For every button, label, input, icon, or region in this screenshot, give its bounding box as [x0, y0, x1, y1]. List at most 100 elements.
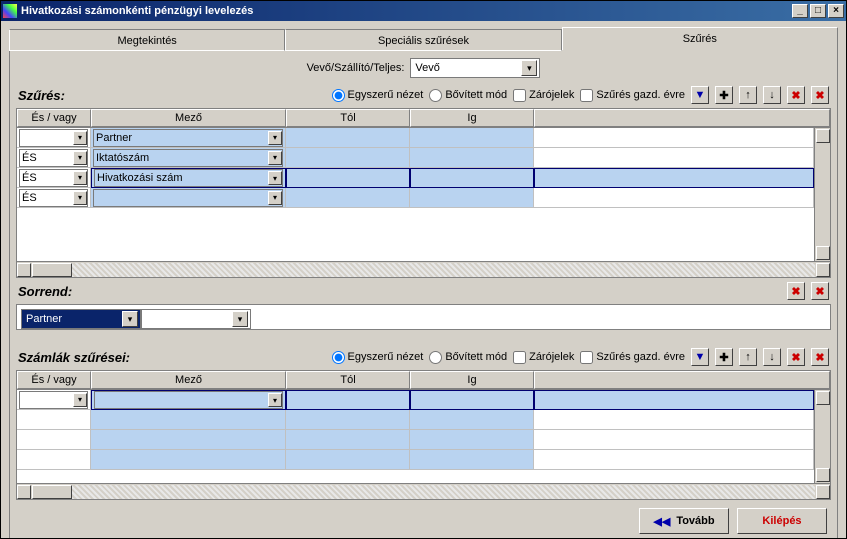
app-window: Hivatkozási számonkénti pénzügyi levelez… — [0, 0, 847, 539]
inv-col-from[interactable]: Tól — [286, 371, 410, 389]
maximize-button[interactable]: □ — [810, 4, 826, 18]
to-cell[interactable] — [410, 168, 534, 188]
toolbar-dropdown-button[interactable]: ▼ — [691, 86, 709, 104]
radio-extended-view[interactable]: Bővített mód — [429, 89, 507, 102]
next-button[interactable]: ◀◀Tovább — [639, 508, 729, 534]
to-cell[interactable] — [410, 128, 534, 148]
chevron-down-icon — [268, 171, 282, 185]
from-cell[interactable] — [286, 168, 410, 188]
inv-col-field[interactable]: Mező — [91, 371, 286, 389]
horizontal-scrollbar[interactable] — [17, 261, 830, 277]
field-combo[interactable]: Iktatószám — [93, 149, 283, 167]
inv-field-combo[interactable] — [94, 391, 283, 409]
chevron-down-icon — [73, 151, 87, 165]
chevron-down-icon — [268, 131, 282, 145]
chevron-down-icon — [73, 131, 87, 145]
table-row[interactable]: ÉS Hivatkozási szám — [17, 168, 814, 188]
filter-title: Szűrés: — [18, 88, 65, 103]
andor-combo[interactable]: ÉS — [19, 189, 88, 207]
filter-grid-header: És / vagy Mező Tól Ig — [17, 109, 830, 128]
inv-horizontal-scrollbar[interactable] — [17, 483, 830, 499]
toolbar-delete-button[interactable]: ✖ — [787, 86, 805, 104]
inv-radio-simple[interactable]: Egyszerű nézet — [332, 351, 424, 364]
window-title: Hivatkozási számonkénti pénzügyi levelez… — [21, 5, 790, 17]
invoice-section-header: Számlák szűrései: Egyszerű nézet Bővítet… — [16, 346, 831, 368]
inv-toolbar-dropdown[interactable]: ▼ — [691, 348, 709, 366]
inv-check-filter-year[interactable]: Szűrés gazd. évre — [580, 351, 685, 364]
inv-andor-combo[interactable] — [19, 391, 88, 409]
vertical-scrollbar[interactable] — [814, 128, 830, 261]
content-area: Megtekintés Speciális szűrések Szűrés Ve… — [1, 21, 846, 538]
inv-to-cell[interactable] — [410, 390, 534, 410]
toolbar-down-button[interactable]: ↓ — [763, 86, 781, 104]
exit-button[interactable]: Kilépés — [737, 508, 827, 534]
order-field-1[interactable]: Partner — [21, 309, 141, 329]
to-cell[interactable] — [410, 188, 534, 208]
table-row[interactable]: ÉS Iktatószám — [17, 148, 814, 168]
chevron-down-icon — [521, 60, 537, 76]
field-combo[interactable]: Partner — [93, 129, 283, 147]
inv-col-to[interactable]: Ig — [410, 371, 534, 389]
inv-toolbar-delete-all[interactable]: ✖ — [811, 348, 829, 366]
toolbar-up-button[interactable]: ↑ — [739, 86, 757, 104]
toolbar-delete-all-button[interactable]: ✖ — [811, 86, 829, 104]
from-cell[interactable] — [286, 148, 410, 168]
chevron-down-icon — [268, 191, 282, 205]
table-row[interactable]: Partner — [17, 128, 814, 148]
field-combo[interactable] — [93, 189, 283, 207]
order-delete-all-button[interactable]: ✖ — [811, 282, 829, 300]
check-brackets[interactable]: Zárójelek — [513, 89, 574, 102]
invoice-title: Számlák szűrései: — [18, 350, 130, 365]
col-to[interactable]: Ig — [410, 109, 534, 127]
radio-simple-view[interactable]: Egyszerű nézet — [332, 89, 424, 102]
andor-combo[interactable]: ÉS — [19, 169, 88, 187]
table-row[interactable] — [17, 390, 814, 410]
minimize-button[interactable]: _ — [792, 4, 808, 18]
check-filter-year[interactable]: Szűrés gazd. évre — [580, 89, 685, 102]
chevron-down-icon — [268, 151, 282, 165]
order-section-header: Sorrend: ✖ ✖ — [16, 280, 831, 302]
inv-vertical-scrollbar[interactable] — [814, 390, 830, 483]
order-delete-button[interactable]: ✖ — [787, 282, 805, 300]
inv-toolbar-down[interactable]: ↓ — [763, 348, 781, 366]
inv-radio-extended[interactable]: Bővített mód — [429, 351, 507, 364]
col-rest — [534, 109, 830, 127]
inv-from-cell[interactable] — [286, 390, 410, 410]
inv-toolbar-up[interactable]: ↑ — [739, 348, 757, 366]
chevron-down-icon — [268, 393, 282, 407]
inv-check-brackets[interactable]: Zárójelek — [513, 351, 574, 364]
type-label: Vevő/Szállító/Teljes: — [307, 62, 405, 74]
filter-grid-body: Partner ÉS Iktatószám — [17, 128, 814, 261]
table-row — [17, 410, 814, 430]
tab-special[interactable]: Speciális szűrések — [285, 29, 561, 51]
type-combo[interactable]: Vevő — [410, 58, 540, 78]
titlebar: Hivatkozási számonkénti pénzügyi levelez… — [1, 1, 846, 21]
inv-col-andor[interactable]: És / vagy — [17, 371, 91, 389]
from-cell[interactable] — [286, 188, 410, 208]
inv-toolbar-add[interactable]: ✚ — [715, 348, 733, 366]
toolbar-add-button[interactable]: ✚ — [715, 86, 733, 104]
order-row: Partner — [16, 304, 831, 330]
filter-section-header: Szűrés: Egyszerű nézet Bővített mód Záró… — [16, 84, 831, 106]
chevron-down-icon — [122, 311, 138, 327]
col-field[interactable]: Mező — [91, 109, 286, 127]
field-combo[interactable]: Hivatkozási szám — [94, 169, 283, 187]
type-combo-value: Vevő — [415, 62, 439, 74]
table-row[interactable]: ÉS — [17, 188, 814, 208]
andor-combo[interactable] — [19, 129, 88, 147]
andor-combo[interactable]: ÉS — [19, 149, 88, 167]
close-window-button[interactable]: × — [828, 4, 844, 18]
filter-grid: És / vagy Mező Tól Ig Partner — [16, 108, 831, 278]
to-cell[interactable] — [410, 148, 534, 168]
inv-toolbar-delete[interactable]: ✖ — [787, 348, 805, 366]
order-field-2[interactable] — [141, 309, 251, 329]
chevron-down-icon — [73, 171, 87, 185]
tab-filter[interactable]: Szűrés — [562, 27, 838, 50]
tab-view[interactable]: Megtekintés — [9, 29, 285, 51]
col-from[interactable]: Tól — [286, 109, 410, 127]
from-cell[interactable] — [286, 128, 410, 148]
invoice-grid-header: És / vagy Mező Tól Ig — [17, 371, 830, 390]
tab-bar: Megtekintés Speciális szűrések Szűrés — [9, 27, 838, 50]
rewind-icon: ◀◀ — [653, 515, 670, 528]
col-andor[interactable]: És / vagy — [17, 109, 91, 127]
